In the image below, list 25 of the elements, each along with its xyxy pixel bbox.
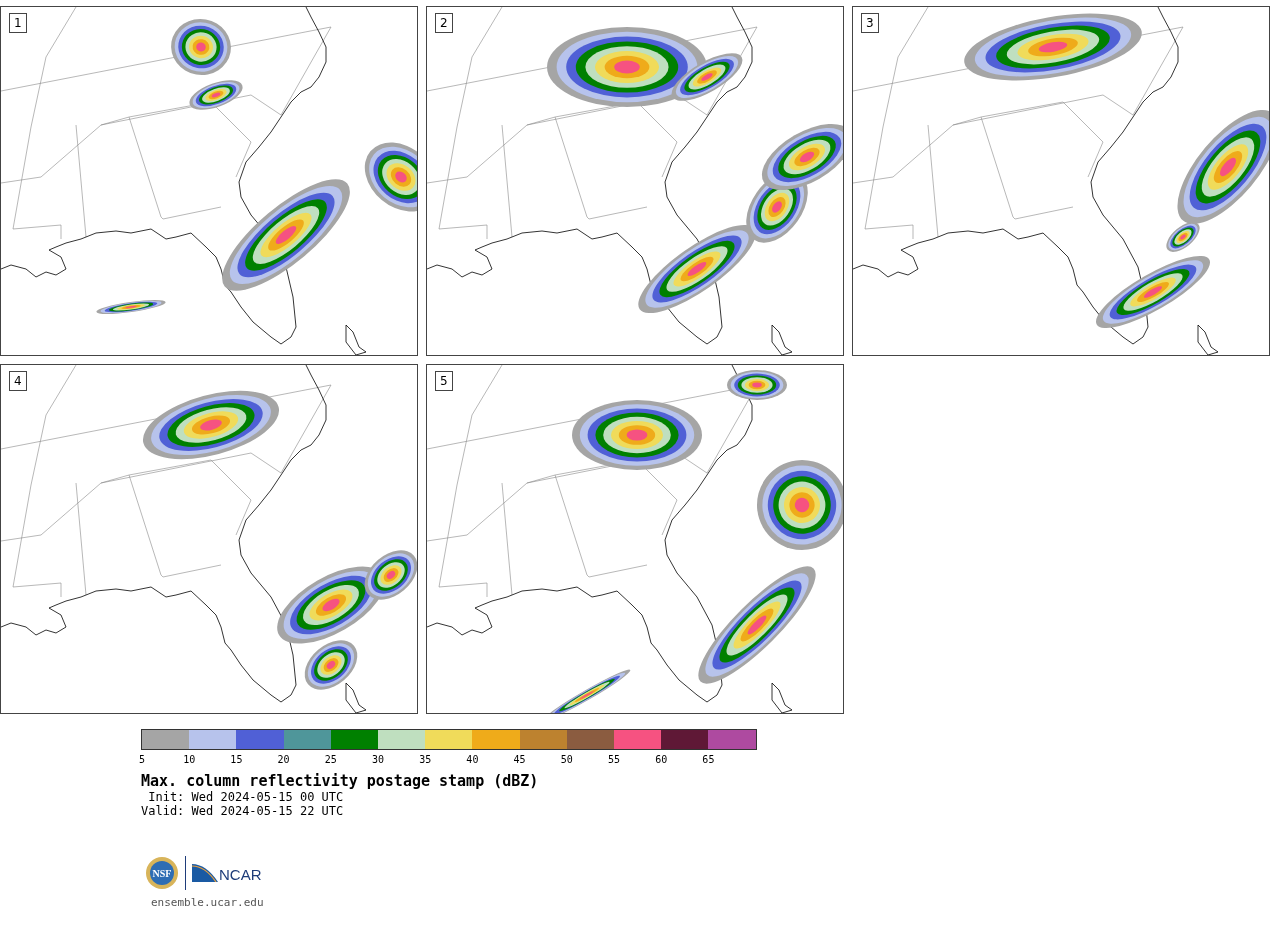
panel-number-label: 2	[435, 13, 453, 33]
tick-label: 50	[560, 754, 573, 765]
tick-label: 5	[139, 754, 145, 765]
tick-label: 40	[466, 754, 479, 765]
tick-label: 65	[702, 754, 715, 765]
tick-label: 30	[372, 754, 384, 765]
tick-label: 10	[183, 754, 196, 765]
panel-number-label: 3	[861, 13, 879, 33]
tick-label: 60	[655, 754, 668, 765]
tick-label: 55	[608, 754, 620, 765]
panel-number-label: 4	[9, 371, 27, 391]
init-time-text: Init: Wed 2024-05-15 00 UTC	[147, 790, 345, 804]
tick-label: 25	[324, 754, 337, 765]
ncar-logo-icon	[192, 864, 218, 882]
ncar-logo-text: NCAR	[219, 867, 262, 882]
panel-number-label: 1	[9, 13, 27, 33]
website-url: ensemble.ucar.edu	[151, 896, 265, 909]
chart-title: Max. column reflectivity postage stamp (dBZ)	[141, 772, 540, 790]
tick-label: 20	[277, 754, 290, 765]
nsf-logo: NSF	[145, 856, 179, 890]
valid-time-text: Valid: Wed 2024-05-15 22 UTC	[141, 804, 345, 818]
tick-label: 35	[419, 754, 432, 765]
tick-label: 15	[230, 754, 243, 765]
panel-number-label: 5	[435, 371, 453, 391]
tick-label: 45	[513, 754, 526, 765]
